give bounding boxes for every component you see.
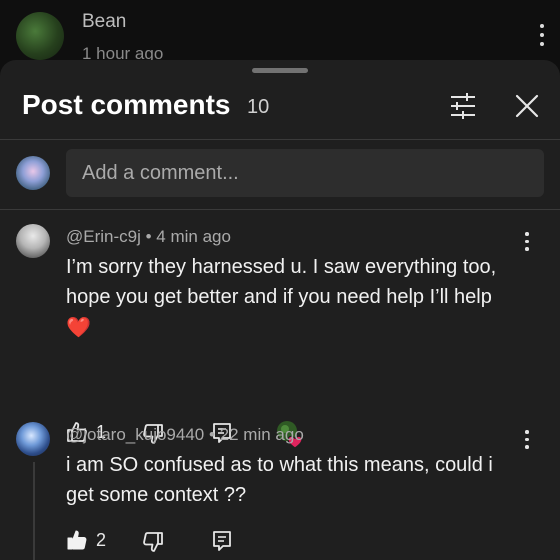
reply-icon (213, 531, 231, 551)
comment-meta: @jotaro_kujo9440 • 22 min ago (66, 425, 304, 445)
comment-more-icon[interactable] (521, 430, 533, 452)
sheet-title: Post comments (22, 89, 231, 120)
comment-author[interactable]: @jotaro_kujo9440 (66, 425, 204, 444)
sliders-icon (451, 93, 475, 119)
input-divider (0, 209, 560, 210)
header-divider (0, 139, 560, 140)
commenter-avatar[interactable] (16, 422, 50, 456)
meta-separator: • (204, 425, 220, 444)
comment-text: I’m sorry they harnessed u. I saw everyt… (66, 252, 526, 343)
like-count: 2 (96, 529, 107, 550)
comment-meta: @Erin-c9j • 4 min ago (66, 227, 231, 247)
add-comment-input[interactable]: Add a comment... (66, 149, 544, 197)
comments-sheet: Post comments 10 Add a comment... @Erin-… (0, 60, 560, 560)
meta-separator: • (140, 227, 157, 246)
heart-emoji: ❤️ (66, 315, 91, 339)
comment-more-icon[interactable] (521, 232, 533, 254)
background-author-name[interactable]: Bean (82, 11, 126, 33)
comment-body: i am SO confused as to what this means, … (66, 454, 493, 506)
sort-filter-button[interactable] (449, 93, 477, 119)
comment-author[interactable]: @Erin-c9j (66, 227, 141, 246)
close-button[interactable] (512, 91, 542, 121)
more-options-icon[interactable] (536, 24, 548, 50)
like-button[interactable]: 2 (66, 528, 106, 552)
comment-time: 4 min ago (156, 227, 231, 246)
thumbs-up-filled-icon (67, 530, 87, 550)
drag-handle[interactable] (252, 68, 308, 73)
reply-button[interactable] (211, 529, 233, 553)
thumbs-down-icon (143, 532, 163, 552)
reply-thread-line (33, 462, 35, 560)
comment-body: I’m sorry they harnessed u. I saw everyt… (66, 256, 497, 308)
comment-time: 22 min ago (219, 425, 304, 444)
dislike-button[interactable] (142, 530, 164, 554)
comment-count: 10 (247, 96, 270, 118)
current-user-avatar (16, 156, 50, 190)
background-author-avatar[interactable] (16, 12, 64, 60)
commenter-avatar[interactable] (16, 224, 50, 258)
close-icon (515, 94, 539, 118)
